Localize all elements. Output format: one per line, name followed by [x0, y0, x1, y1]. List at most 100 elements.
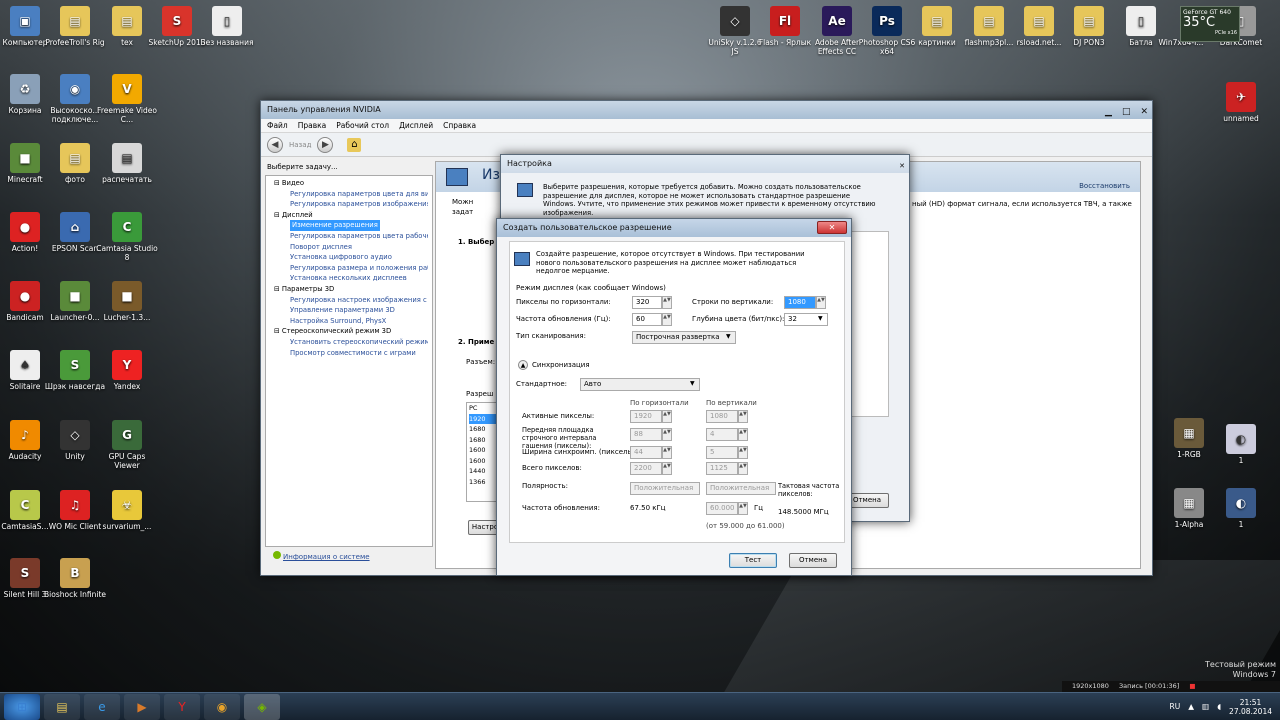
chevron-down-icon[interactable]: ▼: [726, 333, 731, 340]
taskbar-chrome-icon[interactable]: ◉: [204, 693, 240, 720]
tree-item[interactable]: ⊟ Видео: [270, 178, 428, 189]
standard-select[interactable]: Авто: [580, 378, 700, 391]
tree-item[interactable]: Регулировка параметров цвета для вид: [270, 189, 428, 200]
tray-arrow-icon[interactable]: ▲: [1188, 702, 1194, 711]
taskbar-ie-icon[interactable]: e: [84, 693, 120, 720]
desktop-shortcut-l13[interactable]: C Camtasia Studio 8: [96, 212, 158, 262]
desktop-shortcut-l19[interactable]: Y Yandex: [96, 350, 158, 391]
menu-help[interactable]: Справка: [443, 119, 476, 132]
tree-item[interactable]: Установка цифрового аудио: [270, 252, 428, 263]
task-tree: ⊟ Видео Регулировка параметров цвета для …: [265, 175, 433, 547]
scan-select[interactable]: Построчная развертка: [632, 331, 736, 344]
menu-display[interactable]: Дисплей: [399, 119, 433, 132]
chevron-down-icon[interactable]: ▼: [690, 380, 695, 387]
gpu-icon: G: [112, 420, 142, 450]
tree-item[interactable]: ⊟ Параметры 3D: [270, 284, 428, 295]
clock-time: 21:51: [1239, 697, 1262, 707]
taskbar-explorer-icon[interactable]: ▤: [44, 693, 80, 720]
tree-item[interactable]: Установить стереоскопический режим 3: [270, 337, 428, 348]
tree-item[interactable]: Установка нескольких дисплеев: [270, 273, 428, 284]
freq-v-spinner: ▲▼: [738, 502, 748, 515]
menu-desktop[interactable]: Рабочий стол: [336, 119, 389, 132]
after-effects-icon: Ae: [822, 6, 852, 36]
sysinfo-link[interactable]: Информация о системе: [273, 551, 370, 561]
forward-arrow-icon[interactable]: ▶: [317, 136, 334, 153]
desktop-shortcut-l25[interactable]: ☣ survarium_...: [96, 490, 158, 531]
tree-item-label: Просмотр совместимости с играми: [290, 348, 416, 357]
tree-item[interactable]: Регулировка параметров изображения д: [270, 199, 428, 210]
language-indicator[interactable]: RU: [1170, 702, 1181, 711]
collapse-icon[interactable]: ▲: [518, 360, 528, 370]
menu-edit[interactable]: Правка: [298, 119, 327, 132]
expand-icon[interactable]: ⊟: [274, 327, 282, 335]
maximize-icon[interactable]: □: [1122, 103, 1131, 121]
desktop-shortcut-s2[interactable]: ◐ 1: [1210, 424, 1272, 465]
close-icon[interactable]: ✕: [1140, 103, 1148, 121]
polarity-h-select: Положительная: [630, 482, 700, 495]
tree-item-label: Стереоскопический режим 3D: [281, 327, 392, 336]
chevron-down-icon[interactable]: ▼: [818, 315, 823, 322]
tree-item[interactable]: Просмотр совместимости с играми: [270, 348, 428, 359]
refresh-spinner[interactable]: ▲▼: [662, 313, 672, 326]
taskbar-nvidia-icon[interactable]: ◈: [244, 693, 280, 720]
rows-spinner[interactable]: ▲▼: [816, 296, 826, 309]
active-h-spinner: ▲▼: [662, 410, 672, 423]
shortcut-label: unnamed: [1223, 114, 1259, 123]
nvidia-titlebar: Панель управления NVIDIA ▁ □ ✕: [261, 101, 1152, 119]
back-label[interactable]: Назад: [289, 141, 311, 149]
taskbar-yandex-icon[interactable]: Y: [164, 693, 200, 720]
tree-item[interactable]: Регулировка параметров цвета рабочег: [270, 231, 428, 242]
desktop-shortcut-s0[interactable]: ✈ unnamed: [1210, 82, 1272, 123]
tree-item[interactable]: ⊟ Стереоскопический режим 3D: [270, 326, 428, 337]
clock-date: 27.08.2014: [1229, 706, 1272, 716]
col-horizontal: По горизонтали: [630, 399, 689, 407]
folder-icon: ▤: [60, 6, 90, 36]
home-icon[interactable]: ⌂: [347, 137, 362, 152]
watermark-line-2: Windows 7: [1232, 670, 1276, 679]
back-arrow-icon[interactable]: ◀: [267, 136, 283, 153]
clock[interactable]: 21:51 27.08.2014: [1229, 698, 1272, 716]
h-pixels-input[interactable]: 320: [632, 296, 662, 309]
record-stop-icon[interactable]: ■: [1189, 681, 1195, 692]
restore-link[interactable]: Восстановить: [1079, 182, 1130, 190]
volume-icon[interactable]: ◖: [1217, 702, 1221, 711]
tree-item[interactable]: Регулировка настроек изображения с пр: [270, 295, 428, 306]
close-icon[interactable]: ✕: [899, 157, 905, 175]
desktop-shortcut-l7[interactable]: V Freemake Video C...: [96, 74, 158, 124]
tree-item[interactable]: Настройка Surround, PhysX: [270, 316, 428, 327]
total-h-input: 2200: [630, 462, 662, 475]
expand-icon[interactable]: ⊟: [274, 285, 282, 293]
taskbar-media-player-icon[interactable]: ▶: [124, 693, 160, 720]
tree-item[interactable]: Управление параметрами 3D: [270, 305, 428, 316]
expand-icon[interactable]: ⊟: [274, 179, 282, 187]
expand-icon[interactable]: ⊟: [274, 211, 282, 219]
record-resolution: 1920x1080: [1072, 682, 1109, 690]
taskbar-start-icon[interactable]: ⊞: [4, 693, 40, 720]
freq-v-input: 60.000: [706, 502, 738, 515]
desktop-shortcut-l27[interactable]: B Bioshock Infinite: [44, 558, 106, 599]
cancel-button[interactable]: Отмена: [789, 553, 837, 568]
close-button[interactable]: ✕: [817, 221, 847, 234]
tree-item[interactable]: ⊟ Дисплей: [270, 210, 428, 221]
desktop-shortcut-l4[interactable]: ▯ Без названия: [196, 6, 258, 47]
tree-item[interactable]: Регулировка размера и положения рабо: [270, 263, 428, 274]
desktop-shortcut-l16[interactable]: ■ Lucher-1.3...: [96, 281, 158, 322]
custom-intro: Создайте разрешение, которое отсутствует…: [536, 250, 805, 276]
menu-file[interactable]: Файл: [267, 119, 288, 132]
desktop-shortcut-l22[interactable]: G GPU Caps Viewer: [96, 420, 158, 470]
tree-item[interactable]: Поворот дисплея: [270, 242, 428, 253]
scan-label: Тип сканирования:: [516, 332, 586, 340]
minimize-icon[interactable]: ▁: [1105, 103, 1112, 121]
test-button[interactable]: Тест: [729, 553, 777, 568]
network-icon[interactable]: ▥: [1202, 702, 1209, 711]
tree-item[interactable]: Изменение разрешения: [270, 220, 428, 231]
desktop-shortcut-s4[interactable]: ◐ 1: [1210, 488, 1272, 529]
h-pixels-spinner[interactable]: ▲▼: [662, 296, 672, 309]
folder-icon: ▤: [974, 6, 1004, 36]
recycle-bin-icon: ♻: [10, 74, 40, 104]
h-pixels-label: Пикселы по горизонтали:: [516, 298, 611, 306]
rows-input[interactable]: 1080: [784, 296, 816, 309]
refresh-input[interactable]: 60: [632, 313, 662, 326]
folder-icon: ▤: [60, 143, 90, 173]
desktop-shortcut-l10[interactable]: ▤ распечатать: [96, 143, 158, 184]
